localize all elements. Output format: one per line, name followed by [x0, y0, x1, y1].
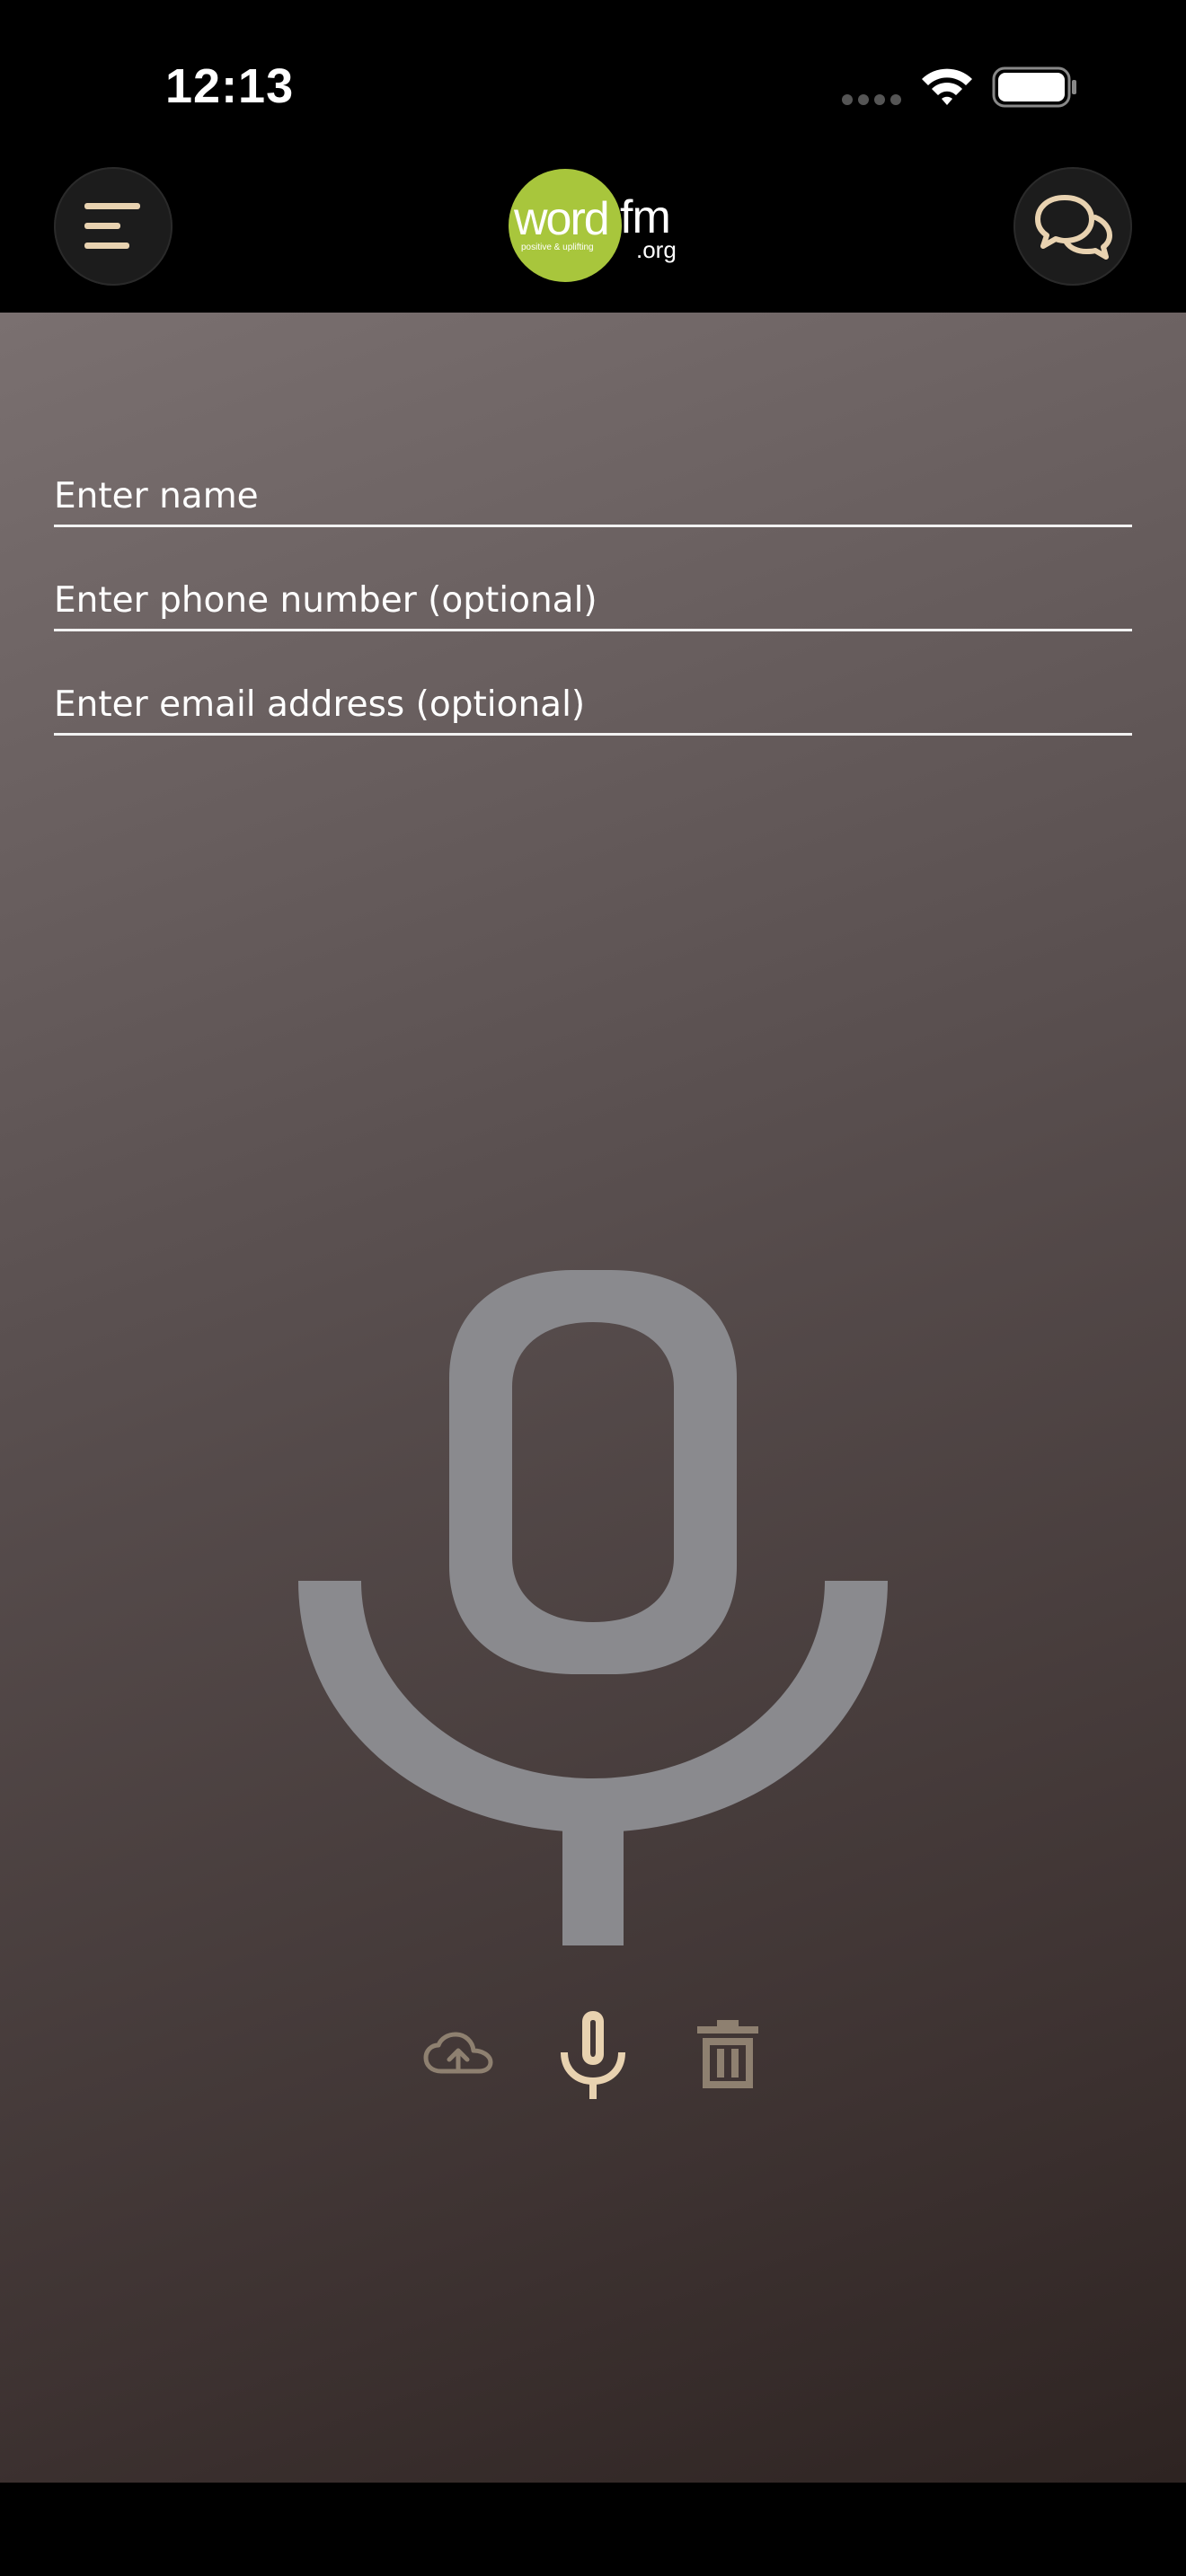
- app-screen: 12:13 word positive & uplifting fm .org …: [0, 0, 1186, 2576]
- bottom-bar: [0, 2483, 1186, 2576]
- logo-org-text: .org: [636, 236, 677, 263]
- microphone-icon: [561, 2011, 625, 2099]
- phone-input[interactable]: [54, 575, 1132, 625]
- battery-icon: [992, 66, 1076, 108]
- trash-icon: [697, 2020, 758, 2088]
- cellular-signal-icon: [842, 94, 901, 105]
- name-input[interactable]: [54, 471, 1132, 521]
- email-field: [54, 679, 1132, 736]
- wordfm-logo: word positive & uplifting fm .org: [509, 169, 679, 284]
- chat-button[interactable]: [1013, 167, 1132, 286]
- logo-fm-text: fm: [620, 191, 671, 243]
- logo-tagline: positive & uplifting: [521, 243, 594, 252]
- message-form-area: [0, 313, 1186, 2483]
- upload-button[interactable]: [422, 2005, 494, 2104]
- status-bar: 12:13: [0, 0, 1186, 162]
- menu-button[interactable]: [54, 167, 173, 286]
- record-button[interactable]: [557, 2005, 629, 2104]
- recorder-controls: [0, 2005, 1186, 2104]
- logo-word-text: word: [514, 193, 610, 245]
- menu-lines-icon: [84, 203, 140, 249]
- email-input[interactable]: [54, 679, 1132, 729]
- app-header: word positive & uplifting fm .org: [0, 162, 1186, 313]
- microphone-icon: [298, 1270, 888, 1945]
- status-time: 12:13: [165, 59, 295, 113]
- phone-field: [54, 575, 1132, 631]
- chat-bubbles-icon: [1035, 195, 1112, 260]
- name-field: [54, 471, 1132, 527]
- cloud-upload-icon: [423, 2032, 493, 2074]
- delete-button[interactable]: [692, 2005, 764, 2104]
- wifi-icon: [922, 68, 972, 105]
